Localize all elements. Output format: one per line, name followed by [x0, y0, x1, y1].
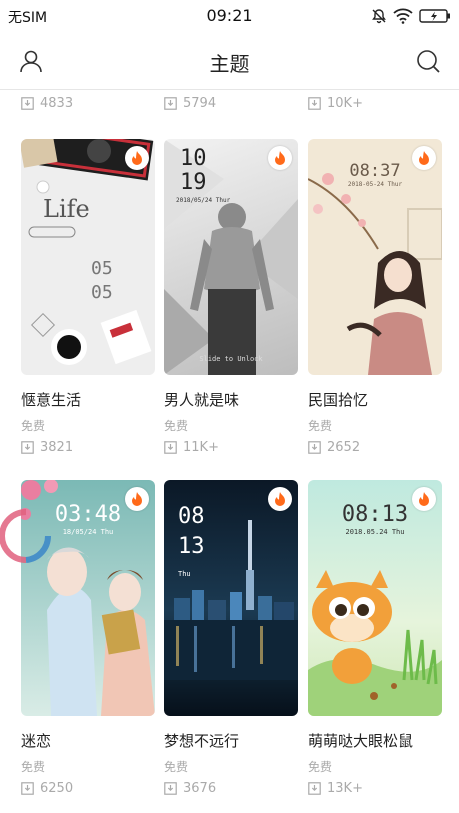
download-icon [308, 441, 321, 454]
theme-price: 免费 [308, 760, 333, 774]
theme-badge-icon [412, 146, 436, 170]
theme-price: 免费 [21, 419, 46, 433]
theme-preview[interactable]: 10 19 2018/05/24 Thur Slide to Unlock [164, 139, 298, 375]
status-bar: 无SIM 09:21 [0, 0, 459, 32]
theme-card[interactable]: 08:13 2018.05.24 Thu 萌萌哒大眼松鼠 免费 13K+ [308, 480, 442, 796]
download-icon [164, 97, 177, 110]
preview-clock: 05 05 [91, 258, 113, 303]
download-icon [21, 441, 34, 454]
theme-badge-icon [268, 487, 292, 511]
theme-title: 迷恋 [21, 732, 52, 750]
search-button[interactable] [413, 46, 443, 76]
theme-title: 民国拾忆 [308, 391, 369, 409]
theme-card[interactable]: 10 19 2018/05/24 Thur Slide to Unlock 男人… [164, 139, 298, 455]
page-title: 主题 [209, 52, 250, 76]
preview-date: 2018-05-24 Thur [347, 181, 403, 188]
download-icon [164, 782, 177, 795]
previous-row-downloads: 4833 5794 10K+ [0, 96, 459, 116]
preview-clock: 10 19 [180, 146, 207, 195]
wifi-icon [393, 8, 413, 24]
theme-preview[interactable]: 08 13 Thu [164, 480, 298, 716]
download-count: 5794 [164, 96, 216, 111]
download-count: 6250 [21, 781, 155, 796]
preview-date: 2018/05/24 Thur [176, 197, 231, 204]
theme-card[interactable]: Life 05 05 惬意生活 免费 3821 [21, 139, 155, 455]
theme-price: 免费 [164, 419, 189, 433]
preview-clock: 08 13 [178, 504, 205, 559]
theme-title: 萌萌哒大眼松鼠 [308, 732, 414, 750]
app-header: 主题 [0, 32, 459, 90]
battery-charging-icon [419, 8, 451, 24]
floating-loading-ring[interactable] [0, 506, 54, 566]
download-icon [21, 782, 34, 795]
download-icon [308, 97, 321, 110]
download-count: 2652 [308, 440, 442, 455]
preview-date: 2018.05.24 Thu [345, 528, 405, 536]
theme-price: 免费 [308, 419, 333, 433]
mute-bell-icon [371, 8, 387, 24]
theme-card[interactable]: 08 13 Thu 梦想不远行 免费 3676 [164, 480, 298, 796]
theme-card[interactable]: 08:37 2018-05-24 Thur 民国拾忆 免费 2652 [308, 139, 442, 455]
theme-badge-icon [125, 146, 149, 170]
download-count: 4833 [21, 96, 73, 111]
download-icon [308, 782, 321, 795]
theme-preview[interactable]: 08:37 2018-05-24 Thur [308, 139, 442, 375]
download-count: 13K+ [308, 781, 442, 796]
theme-preview[interactable]: 08:13 2018.05.24 Thu [308, 480, 442, 716]
download-count: 3676 [164, 781, 298, 796]
theme-price: 免费 [21, 760, 46, 774]
theme-price: 免费 [164, 760, 189, 774]
theme-title: 梦想不远行 [164, 732, 240, 750]
theme-badge-icon [125, 487, 149, 511]
download-count: 3821 [21, 440, 155, 455]
theme-title: 男人就是味 [164, 391, 240, 409]
theme-title: 惬意生活 [21, 391, 82, 409]
preview-unlock-hint: Slide to Unlock [199, 355, 263, 363]
download-icon [21, 97, 34, 110]
download-count: 10K+ [308, 96, 363, 111]
theme-preview[interactable]: Life 05 05 [21, 139, 155, 375]
theme-badge-icon [268, 146, 292, 170]
download-icon [164, 441, 177, 454]
download-count: 11K+ [164, 440, 298, 455]
theme-badge-icon [412, 487, 436, 511]
preview-life-text: Life [43, 195, 90, 223]
search-icon [417, 50, 440, 73]
preview-date: Thu [178, 570, 191, 578]
